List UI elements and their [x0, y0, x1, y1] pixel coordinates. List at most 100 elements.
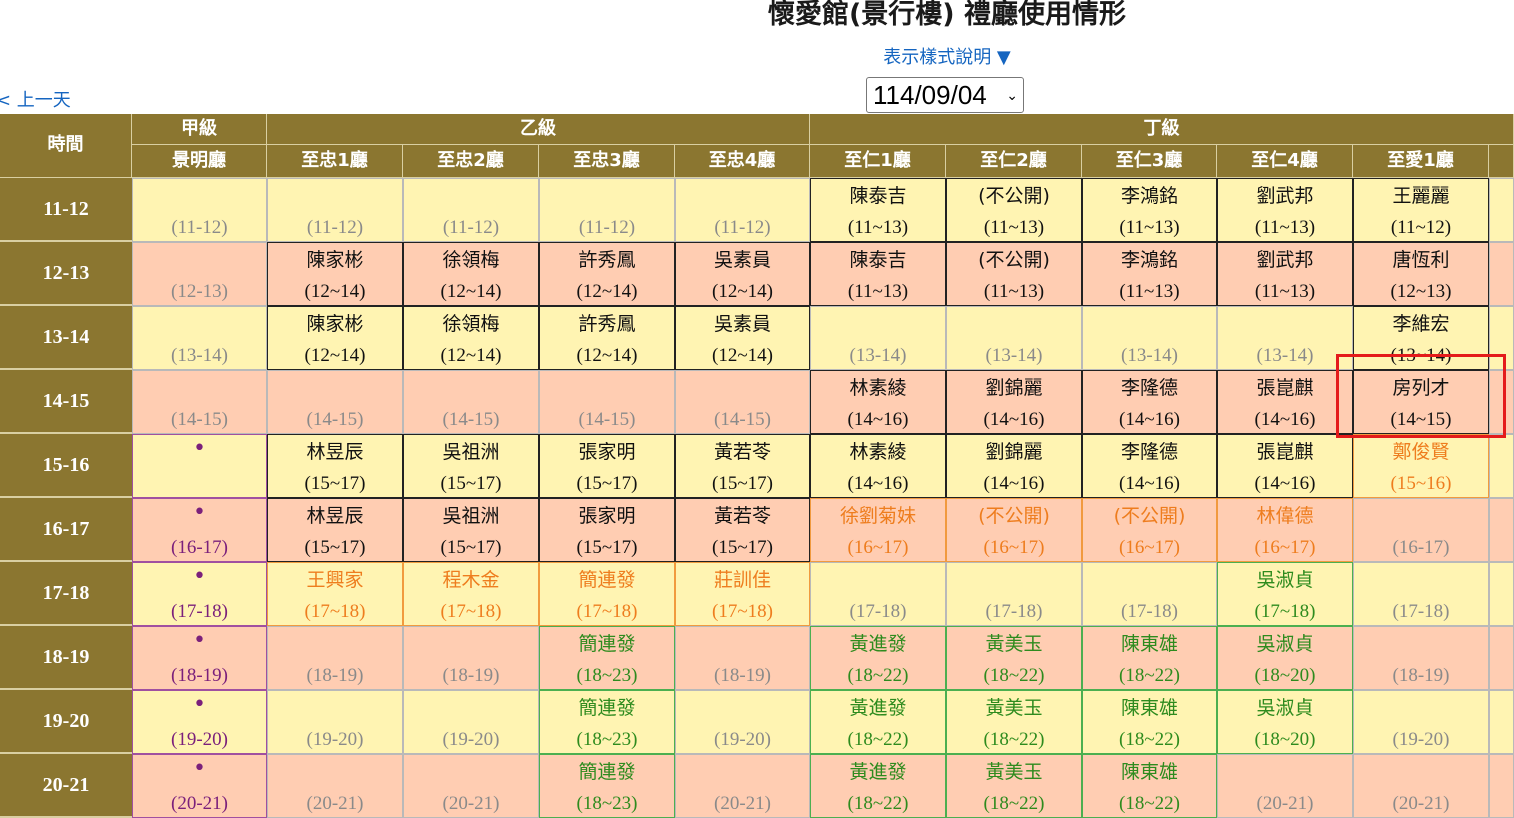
schedule-cell[interactable]: 陳家彬 (12~14) — [267, 306, 403, 370]
date-select[interactable]: 114/09/04 ⌄ — [866, 77, 1024, 113]
schedule-cell[interactable]: (13-14) — [1082, 306, 1217, 370]
schedule-cell[interactable]: 簡連發 (17~18) — [539, 562, 675, 626]
schedule-cell[interactable]: 王麗麗 (11~12) — [1353, 178, 1489, 242]
schedule-cell[interactable]: 陳家彬 (12~14) — [267, 242, 403, 306]
schedule-cell[interactable]: 程木金 (17~18) — [403, 562, 539, 626]
schedule-cell[interactable]: (14-15) — [267, 370, 403, 434]
previous-day-link[interactable]: < 上一天 — [0, 86, 71, 112]
schedule-cell[interactable]: (14-15) — [539, 370, 675, 434]
schedule-cell[interactable]: 簡連發 (18~23) — [539, 690, 675, 754]
schedule-cell[interactable]: 王興家 (17~18) — [267, 562, 403, 626]
schedule-cell[interactable]: (17-18) — [946, 562, 1082, 626]
schedule-cell[interactable]: 劉武邦 (11~13) — [1217, 178, 1353, 242]
schedule-cell[interactable]: 劉錦麗 (14~16) — [946, 370, 1082, 434]
schedule-cell[interactable]: (14-15) — [132, 370, 267, 434]
schedule-cell[interactable]: 陳東雄 (18~22) — [1082, 626, 1217, 690]
schedule-cell[interactable]: (11-12) — [132, 178, 267, 242]
schedule-cell[interactable]: 吳淑貞 (17~18) — [1217, 562, 1353, 626]
schedule-cell[interactable]: (17-18) — [1082, 562, 1217, 626]
schedule-cell[interactable]: 吳淑貞 (18~20) — [1217, 626, 1353, 690]
schedule-cell[interactable]: (18-19) — [267, 626, 403, 690]
schedule-cell[interactable]: 林昱辰 (15~17) — [267, 498, 403, 562]
schedule-cell[interactable]: 黃進發 (18~22) — [810, 754, 946, 818]
schedule-cell[interactable]: 徐劉菊妹 (16~17) — [810, 498, 946, 562]
schedule-cell[interactable]: 李隆德 (14~16) — [1082, 370, 1217, 434]
schedule-cell[interactable]: 李鴻銘 (11~13) — [1082, 178, 1217, 242]
schedule-cell[interactable]: 鄭俊賢 (15~16) — [1353, 434, 1489, 498]
schedule-cell[interactable]: (20-21) — [267, 754, 403, 818]
schedule-cell[interactable]: 黃美玉 (18~22) — [946, 626, 1082, 690]
schedule-cell[interactable]: 唐恆利 (12~13) — [1353, 242, 1489, 306]
schedule-cell[interactable]: (17-18) — [810, 562, 946, 626]
schedule-cell[interactable]: • (17-18) — [132, 562, 267, 626]
schedule-cell[interactable]: (19-20) — [675, 690, 810, 754]
schedule-cell[interactable]: (18-19) — [675, 626, 810, 690]
schedule-cell[interactable]: 徐領梅 (12~14) — [403, 306, 539, 370]
schedule-cell[interactable]: (不公開) (16~17) — [1082, 498, 1217, 562]
schedule-cell[interactable]: 簡連發 (18~23) — [539, 754, 675, 818]
schedule-cell[interactable]: (13-14) — [946, 306, 1082, 370]
schedule-cell[interactable]: 劉武邦 (11~13) — [1217, 242, 1353, 306]
schedule-cell[interactable]: 黃進發 (18~22) — [810, 626, 946, 690]
schedule-cell[interactable]: (11-12) — [539, 178, 675, 242]
schedule-cell[interactable]: (11-12) — [675, 178, 810, 242]
schedule-cell[interactable]: 房列才 (14~15) — [1353, 370, 1489, 434]
schedule-cell[interactable]: 黃美玉 (18~22) — [946, 690, 1082, 754]
schedule-cell[interactable]: (不公開) (16~17) — [946, 498, 1082, 562]
schedule-cell[interactable]: (20-21) — [675, 754, 810, 818]
schedule-cell[interactable]: 張家明 (15~17) — [539, 434, 675, 498]
schedule-cell[interactable]: (20-21) — [403, 754, 539, 818]
schedule-cell[interactable]: (17-18) — [1353, 562, 1489, 626]
schedule-cell[interactable]: 林昱辰 (15~17) — [267, 434, 403, 498]
schedule-cell[interactable]: (19-20) — [267, 690, 403, 754]
schedule-cell[interactable]: 黃美玉 (18~22) — [946, 754, 1082, 818]
schedule-cell[interactable]: (20-21) — [1217, 754, 1353, 818]
schedule-cell[interactable]: 吳素員 (12~14) — [675, 306, 810, 370]
schedule-cell[interactable]: • (19-20) — [132, 690, 267, 754]
legend-toggle-link[interactable]: 表示樣式說明 ▼ — [0, 43, 1514, 69]
schedule-cell[interactable]: (11-12) — [403, 178, 539, 242]
schedule-cell[interactable]: (19-20) — [403, 690, 539, 754]
schedule-cell[interactable]: 許秀鳳 (12~14) — [539, 306, 675, 370]
schedule-cell[interactable]: (14-15) — [403, 370, 539, 434]
schedule-cell[interactable]: (20-21) — [1353, 754, 1489, 818]
schedule-cell[interactable]: (12-13) — [132, 242, 267, 306]
schedule-cell[interactable]: (11-12) — [267, 178, 403, 242]
schedule-cell[interactable]: (16-17) — [1353, 498, 1489, 562]
schedule-cell[interactable]: 林素綾 (14~16) — [810, 370, 946, 434]
schedule-cell[interactable]: 李隆德 (14~16) — [1082, 434, 1217, 498]
schedule-cell[interactable]: (不公開) (11~13) — [946, 178, 1082, 242]
schedule-cell[interactable]: 吳淑貞 (18~20) — [1217, 690, 1353, 754]
schedule-cell[interactable]: 徐領梅 (12~14) — [403, 242, 539, 306]
schedule-cell[interactable]: • (16-17) — [132, 498, 267, 562]
schedule-cell[interactable]: (14-15) — [675, 370, 810, 434]
schedule-cell[interactable]: 黃進發 (18~22) — [810, 690, 946, 754]
schedule-cell[interactable]: 陳東雄 (18~22) — [1082, 754, 1217, 818]
schedule-cell[interactable]: (13-14) — [1217, 306, 1353, 370]
schedule-cell[interactable]: 簡連發 (18~23) — [539, 626, 675, 690]
schedule-cell[interactable]: 吳素員 (12~14) — [675, 242, 810, 306]
schedule-cell[interactable]: • (20-21) — [132, 754, 267, 818]
schedule-cell[interactable]: 張崑麒 (14~16) — [1217, 434, 1353, 498]
schedule-cell[interactable]: 吳祖洲 (15~17) — [403, 434, 539, 498]
schedule-cell[interactable]: (13-14) — [132, 306, 267, 370]
schedule-cell[interactable]: 許秀鳳 (12~14) — [539, 242, 675, 306]
schedule-cell[interactable]: (不公開) (11~13) — [946, 242, 1082, 306]
schedule-cell[interactable]: 李維宏 (13~14) — [1353, 306, 1489, 370]
schedule-cell[interactable]: (19-20) — [1353, 690, 1489, 754]
schedule-cell[interactable]: 陳泰吉 (11~13) — [810, 242, 946, 306]
schedule-cell[interactable]: 陳泰吉 (11~13) — [810, 178, 946, 242]
schedule-cell[interactable]: (18-19) — [1353, 626, 1489, 690]
schedule-cell[interactable]: 黃若苓 (15~17) — [675, 498, 810, 562]
schedule-cell[interactable]: 吳祖洲 (15~17) — [403, 498, 539, 562]
schedule-cell[interactable]: 劉錦麗 (14~16) — [946, 434, 1082, 498]
schedule-cell[interactable]: 莊訓佳 (17~18) — [675, 562, 810, 626]
schedule-cell[interactable]: • (18-19) — [132, 626, 267, 690]
schedule-cell[interactable]: 張崑麒 (14~16) — [1217, 370, 1353, 434]
schedule-cell[interactable]: 黃若苓 (15~17) — [675, 434, 810, 498]
schedule-cell[interactable]: 李鴻銘 (11~13) — [1082, 242, 1217, 306]
schedule-cell[interactable]: • — [132, 434, 267, 498]
schedule-cell[interactable]: 陳東雄 (18~22) — [1082, 690, 1217, 754]
schedule-cell[interactable]: (13-14) — [810, 306, 946, 370]
schedule-cell[interactable]: (18-19) — [403, 626, 539, 690]
